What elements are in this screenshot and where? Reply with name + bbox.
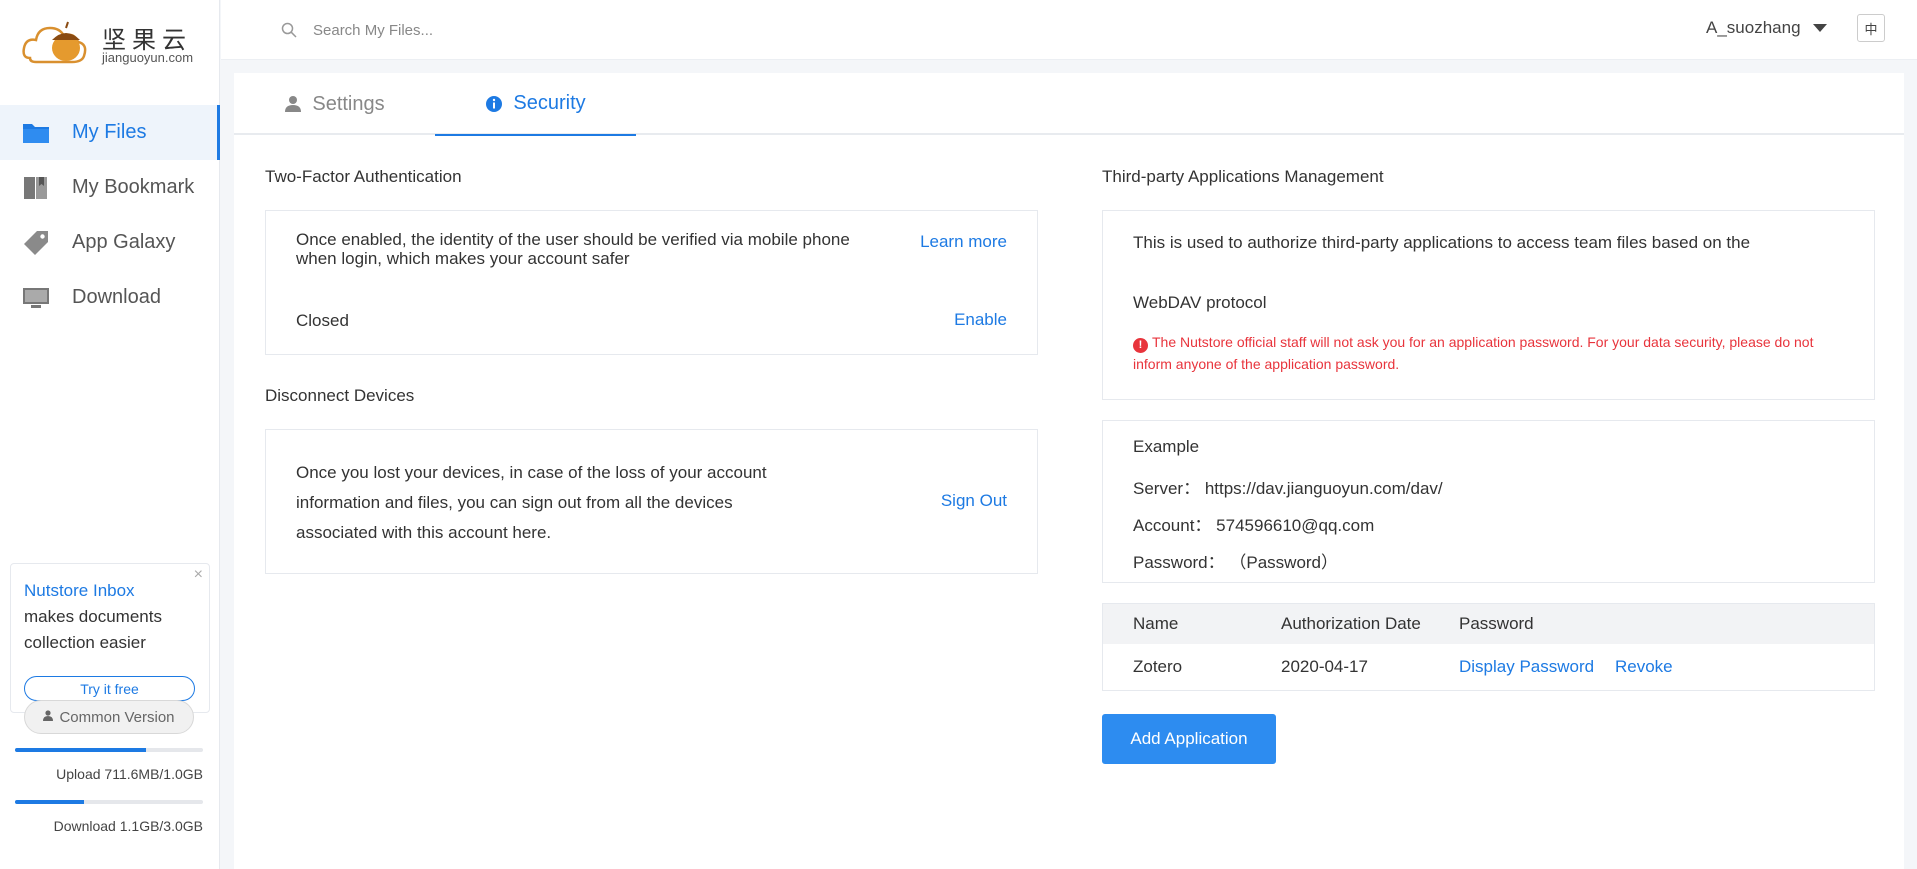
brand-name-en: jianguoyun.com xyxy=(102,50,194,65)
sidebar-item-my-bookmark[interactable]: My Bookmark xyxy=(0,160,220,215)
example-title: Example xyxy=(1133,437,1200,456)
promo-text: Nutstore Inbox makes documents collectio… xyxy=(24,578,204,656)
password-label: Password： xyxy=(1133,553,1225,572)
applications-table: Name Authorization Date Password Zotero … xyxy=(1102,603,1875,691)
download-usage: Download 1.1GB/3.0GB xyxy=(15,800,203,834)
tab-bar: Settings Security xyxy=(234,73,1904,136)
revoke-link[interactable]: Revoke xyxy=(1615,657,1673,677)
sidebar-item-label: My Files xyxy=(72,121,147,143)
table-header: Name Authorization Date Password xyxy=(1103,604,1874,644)
info-icon xyxy=(485,95,503,113)
common-version-button[interactable]: Common Version xyxy=(24,700,194,734)
sidebar-item-label: Download xyxy=(72,286,161,308)
language-toggle-button[interactable]: 中 xyxy=(1857,14,1885,42)
two-factor-status: Closed xyxy=(296,311,349,330)
bookmark-icon xyxy=(22,175,50,201)
table-row: Zotero 2020-04-17 Display Password Revok… xyxy=(1103,644,1874,690)
common-version-label: Common Version xyxy=(59,708,175,726)
promo-link[interactable]: Nutstore Inbox xyxy=(24,581,135,600)
user-menu[interactable]: A_suozhang xyxy=(1706,18,1827,38)
upload-progress-fill xyxy=(15,748,146,752)
inbox-promo-card: × Nutstore Inbox makes documents collect… xyxy=(10,563,210,713)
app-name: Zotero xyxy=(1133,657,1183,676)
nut-logo-icon xyxy=(22,21,87,64)
app-authorization-date: 2020-04-17 xyxy=(1281,657,1368,676)
download-progress-fill xyxy=(15,800,84,804)
monitor-icon xyxy=(22,285,50,311)
promo-description: makes documents collection easier xyxy=(24,607,162,652)
display-password-link[interactable]: Display Password xyxy=(1459,657,1637,677)
third-party-description-line2: WebDAV protocol xyxy=(1133,293,1267,312)
account-value: 574596610@qq.com xyxy=(1216,516,1375,535)
account-label: Account： xyxy=(1133,516,1212,535)
disconnect-devices-title: Disconnect Devices xyxy=(265,386,415,405)
sign-out-link[interactable]: Sign Out xyxy=(941,491,1007,511)
column-header-password: Password xyxy=(1459,614,1534,633)
sidebar-item-app-galaxy[interactable]: App Galaxy xyxy=(0,215,220,270)
sidebar-item-label: My Bookmark xyxy=(72,176,195,198)
example-password: Password： （Password） xyxy=(1133,548,1338,573)
search-bar xyxy=(281,18,681,42)
brand-logo[interactable]: 坚果云 jianguoyun.com xyxy=(22,14,202,74)
tab-settings[interactable]: Settings xyxy=(234,73,435,135)
download-progress-bar xyxy=(15,800,203,804)
try-it-free-button[interactable]: Try it free xyxy=(24,676,195,701)
sidebar-item-my-files[interactable]: My Files xyxy=(0,105,220,160)
third-party-card: This is used to authorize third-party ap… xyxy=(1102,210,1875,400)
server-label: Server： xyxy=(1133,479,1201,498)
alert-icon: ! xyxy=(1133,337,1148,353)
chevron-down-icon xyxy=(1812,24,1827,32)
column-header-name: Name xyxy=(1133,614,1179,633)
upload-usage-label: Upload 711.6MB/1.0GB xyxy=(56,766,203,782)
password-value: （Password） xyxy=(1229,553,1339,572)
two-factor-card: Once enabled, the identity of the user s… xyxy=(265,210,1038,355)
upload-usage: Upload 711.6MB/1.0GB xyxy=(15,748,203,782)
person-icon xyxy=(43,710,54,724)
sidebar-item-download[interactable]: Download xyxy=(0,270,220,325)
third-party-description-line1: This is used to authorize third-party ap… xyxy=(1133,233,1751,252)
search-icon xyxy=(281,22,297,38)
add-application-button[interactable]: Add Application xyxy=(1102,714,1276,764)
two-factor-description: Once enabled, the identity of the user s… xyxy=(296,230,850,268)
disconnect-devices-card: Once you lost your devices, in case of t… xyxy=(265,429,1038,574)
top-bar: A_suozhang 中 xyxy=(221,0,1917,60)
enable-two-factor-link[interactable]: Enable xyxy=(954,310,1007,330)
tab-label: Settings xyxy=(312,92,385,115)
example-card: Example Server： https://dav.jianguoyun.c… xyxy=(1102,420,1875,583)
sidebar-item-label: App Galaxy xyxy=(72,231,176,253)
tag-icon xyxy=(22,230,50,256)
download-usage-label: Download 1.1GB/3.0GB xyxy=(53,818,203,834)
example-server: Server： https://dav.jianguoyun.com/dav/ xyxy=(1133,474,1443,499)
person-icon xyxy=(284,95,302,113)
tab-security[interactable]: Security xyxy=(435,73,636,136)
search-input[interactable] xyxy=(311,20,671,40)
sidebar-nav: My Files My Bookmark App Galaxy Download xyxy=(0,105,220,325)
column-header-date: Authorization Date xyxy=(1281,614,1421,633)
sidebar: 坚果云 jianguoyun.com My Files My Bookmark … xyxy=(0,0,220,869)
password-warning: ! The Nutstore official staff will not as… xyxy=(1133,331,1853,375)
third-party-title: Third-party Applications Management xyxy=(1102,167,1384,186)
tab-label: Security xyxy=(513,92,586,114)
username: A_suozhang xyxy=(1706,18,1801,37)
two-factor-title: Two-Factor Authentication xyxy=(265,167,462,186)
disconnect-description: Once you lost your devices, in case of t… xyxy=(296,463,767,542)
warning-text: The Nutstore official staff will not ask… xyxy=(1133,334,1814,372)
upload-progress-bar xyxy=(15,748,203,752)
settings-panel: Settings Security Two-Factor Authenticat… xyxy=(234,73,1904,869)
example-account: Account： 574596610@qq.com xyxy=(1133,511,1374,536)
server-value: https://dav.jianguoyun.com/dav/ xyxy=(1204,479,1443,498)
learn-more-link[interactable]: Learn more xyxy=(920,232,1007,252)
folder-icon xyxy=(22,120,50,146)
